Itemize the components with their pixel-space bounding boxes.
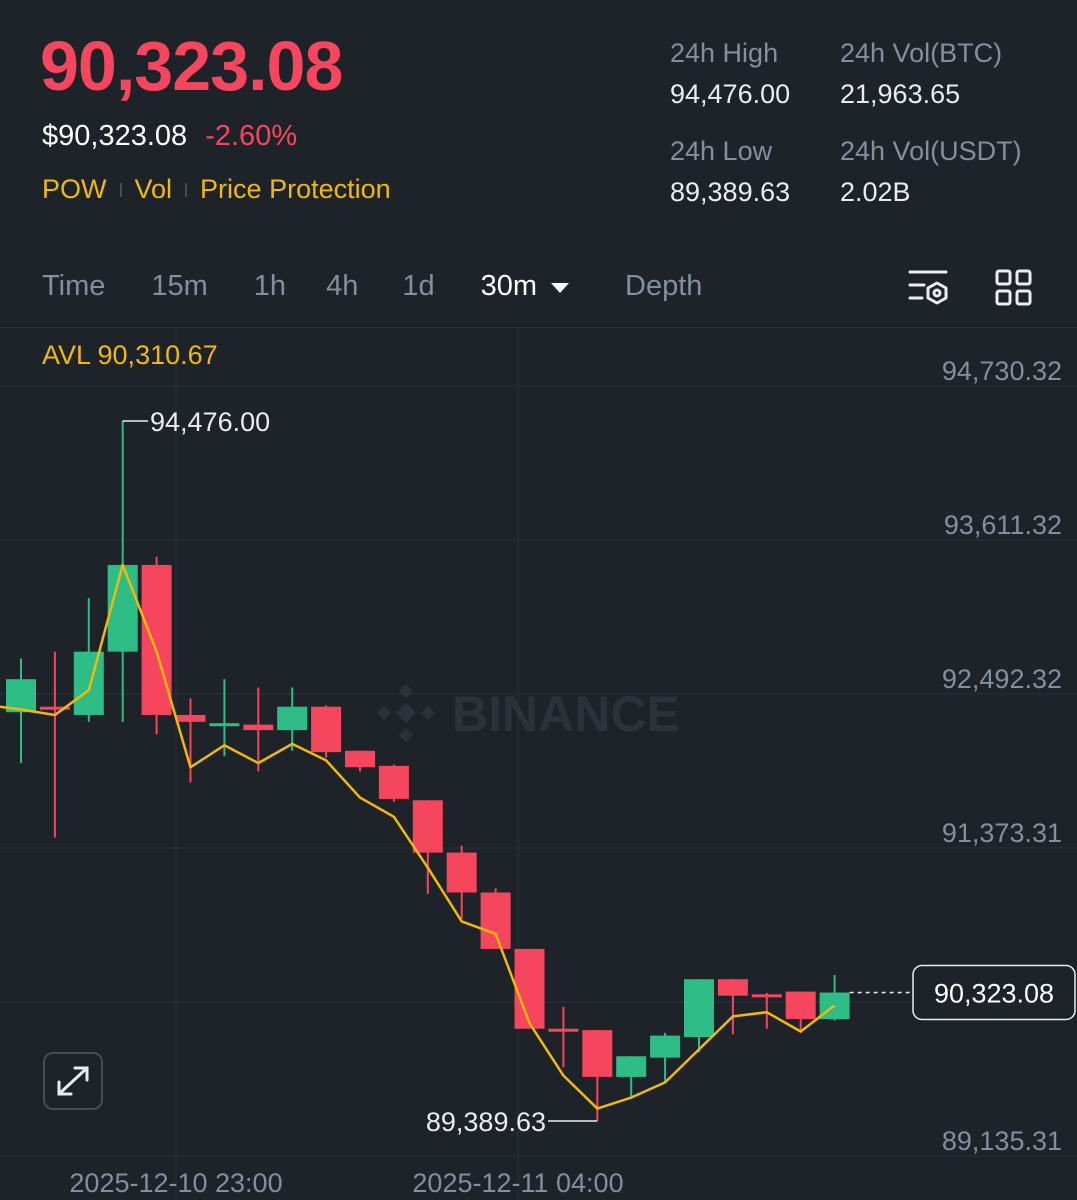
candle-body [616,1056,647,1077]
candle-body [446,852,477,893]
candle-body [311,706,342,753]
current-price-label: 90,323.08 [934,979,1054,1009]
candle-body [650,1035,681,1058]
kline-chart[interactable]: BINANCE 94,730.32 93,611.32 92,492.32 91,37… [0,0,1077,1200]
candle-body [480,892,511,949]
candle-body [378,765,409,799]
expand-icon [57,1066,89,1096]
y-axis-tick-label: 91,373.31 [942,818,1062,848]
expand-button[interactable] [43,1052,103,1110]
x-axis-tick-label: 2025-12-10 23:00 [69,1168,282,1198]
avl-indicator: AVL 90,310.67 [42,340,218,370]
candle-body [582,1030,613,1077]
candle-body [141,564,172,715]
y-axis-tick-label: 93,611.32 [944,510,1062,540]
candle-body [514,948,545,1029]
binance-watermark: BINANCE [376,683,680,743]
high-marker-label: 94,476.00 [150,407,270,437]
watermark-text: BINANCE [452,686,680,742]
x-axis-tick-label: 2025-12-11 04:00 [412,1168,623,1198]
candle-body [243,724,274,731]
candle-body [209,723,240,727]
x-axis: 2025-12-10 23:00 2025-12-11 04:00 [69,1168,623,1198]
candle-body [73,651,104,715]
current-price-marker: 90,323.08 [849,964,1076,1021]
candle-body [412,800,443,853]
y-axis-tick-label: 89,135.31 [942,1126,1062,1156]
y-axis-tick-label: 94,730.32 [942,356,1062,386]
y-axis: 94,730.3293,611.3292,492.3291,373.3190,2… [942,356,1062,1156]
low-marker-label: 89,389.63 [426,1107,546,1137]
candle-body [684,979,714,1037]
candle-body [548,1028,579,1032]
candle-body [277,706,308,731]
y-axis-tick-label: 92,492.32 [942,664,1062,694]
candle-body [751,994,782,998]
chart-grid [0,328,1077,1200]
candle-body [175,714,206,722]
candles [6,421,850,1121]
high-marker: 94,476.00 [122,407,270,437]
candle-body [785,991,816,1020]
candle-body [345,750,375,768]
low-marker: 89,389.63 [426,1107,598,1137]
candle-body [717,979,748,996]
